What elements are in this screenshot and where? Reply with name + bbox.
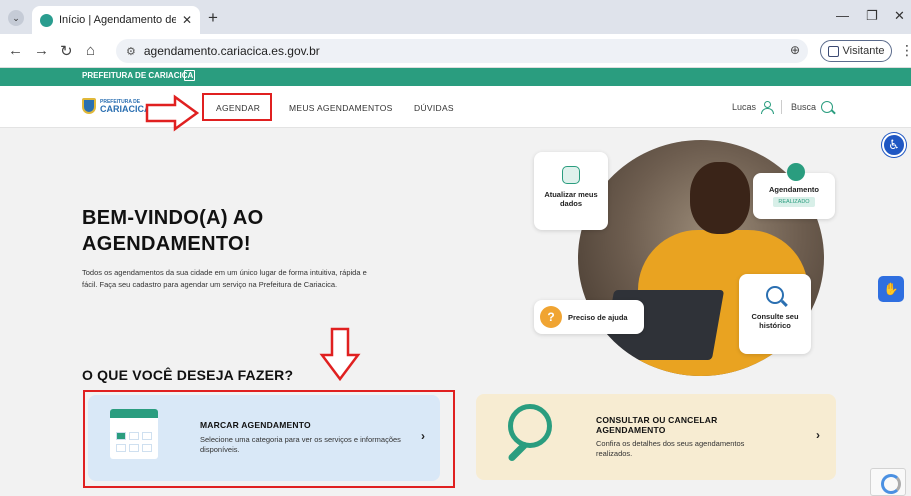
consultar-agendamento-card[interactable]: CONSULTAR OU CANCELAR AGENDAMENTO Confir…	[476, 394, 836, 480]
external-link-icon[interactable]	[184, 70, 195, 81]
reload-icon[interactable]: ↻	[60, 42, 73, 60]
window-close-icon[interactable]: ✕	[894, 8, 905, 24]
sign-language-icon[interactable]: ✋	[878, 276, 904, 302]
person-head	[690, 162, 750, 234]
card-preciso-ajuda: ? Preciso de ajuda	[534, 300, 644, 334]
crest-icon	[82, 98, 96, 114]
site-favicon-icon	[40, 13, 53, 27]
header-actions: Lucas Busca	[732, 100, 834, 114]
profile-button[interactable]: Visitante	[820, 40, 892, 62]
logo-bottom-text: CARIACICA	[100, 103, 151, 114]
card-atualizar-dados: Atualizar meus dados	[534, 152, 608, 230]
new-tab-icon[interactable]: +	[208, 8, 218, 28]
section-title: O QUE VOCÊ DESEJA FAZER?	[82, 367, 294, 383]
restore-icon[interactable]: ❐	[866, 8, 878, 24]
consultar-desc: Confira os detalhes dos seus agendamento…	[596, 439, 745, 458]
marcar-highlight-box	[83, 390, 455, 488]
agendar-highlight-box	[202, 93, 272, 121]
address-bar[interactable]: ⚙ agendamento.cariacica.es.gov.br	[116, 39, 808, 63]
tab-close-icon[interactable]: ✕	[182, 13, 192, 27]
consultar-title-line1: CONSULTAR OU CANCELAR	[596, 415, 718, 425]
tab-search-icon[interactable]: ⌄	[8, 10, 24, 26]
recaptcha-badge[interactable]	[870, 468, 906, 496]
back-icon[interactable]: ←	[8, 42, 23, 59]
magnifier-icon	[766, 286, 784, 304]
card-consulte-historico: Consulte seu histórico	[739, 274, 811, 354]
status-badge: REALIZADO	[773, 197, 815, 207]
forward-icon[interactable]: →	[34, 42, 49, 59]
chevron-right-icon: ›	[816, 428, 820, 442]
search-label[interactable]: Busca	[791, 102, 816, 112]
nav-duvidas[interactable]: DÚVIDAS	[414, 103, 454, 113]
browser-tab-bar: ⌄ Início | Agendamento de Cariac ✕ + — ❐…	[0, 0, 911, 34]
document-icon	[562, 166, 580, 184]
card-consulte-label: Consulte seu histórico	[751, 312, 799, 330]
profile-icon	[827, 45, 839, 57]
zoom-icon[interactable]: ⊕	[790, 43, 800, 57]
site-header: PREFEITURA DE CARIACICA AGENDAR MEUS AGE…	[0, 86, 911, 128]
home-icon[interactable]: ⌂	[86, 42, 95, 59]
hero-title-line2: AGENDAMENTO!	[82, 233, 251, 255]
red-arrow-right-icon	[145, 94, 200, 132]
user-name[interactable]: Lucas	[732, 102, 756, 112]
card-agendamento-realizado: Agendamento REALIZADO	[753, 163, 835, 219]
tab-title: Início | Agendamento de Cariac	[59, 14, 176, 26]
card-atualizar-label: Atualizar meus dados	[544, 190, 598, 208]
search-icon[interactable]	[821, 101, 834, 113]
help-icon: ?	[540, 306, 562, 328]
divider	[781, 100, 783, 114]
card-ajuda-label: Preciso de ajuda	[568, 312, 628, 322]
url-text: agendamento.cariacica.es.gov.br	[143, 44, 320, 58]
browser-toolbar: ← → ↻ ⌂ ⚙ agendamento.cariacica.es.gov.b…	[0, 34, 911, 68]
gov-bar: PREFEITURA DE CARIACICA	[0, 68, 911, 86]
hero-description: Todos os agendamentos da sua cidade em u…	[82, 268, 367, 289]
card-agendamento-label: Agendamento	[768, 185, 819, 194]
calendar-icon	[787, 163, 805, 181]
site-info-icon[interactable]: ⚙	[126, 45, 136, 58]
menu-icon[interactable]: ⋮	[900, 42, 911, 59]
gov-bar-link[interactable]: PREFEITURA DE CARIACICA	[82, 71, 193, 80]
browser-tab[interactable]: Início | Agendamento de Cariac ✕	[32, 6, 200, 34]
site-logo[interactable]: PREFEITURA DE CARIACICA	[82, 98, 151, 114]
red-arrow-down-icon	[319, 327, 361, 382]
minimize-icon[interactable]: —	[836, 8, 849, 23]
nav-meus-agendamentos[interactable]: MEUS AGENDAMENTOS	[289, 103, 393, 113]
consultar-title-line2: AGENDAMENTO	[596, 425, 666, 435]
accessibility-icon[interactable]: ♿	[882, 133, 906, 157]
user-icon[interactable]	[761, 101, 775, 114]
hero-title: BEM-VINDO(A) AO AGENDAMENTO!	[82, 205, 264, 257]
profile-label: Visitante	[842, 45, 885, 57]
hero-title-line1: BEM-VINDO(A) AO	[82, 207, 264, 229]
magnifier-illustration-icon	[508, 404, 552, 448]
